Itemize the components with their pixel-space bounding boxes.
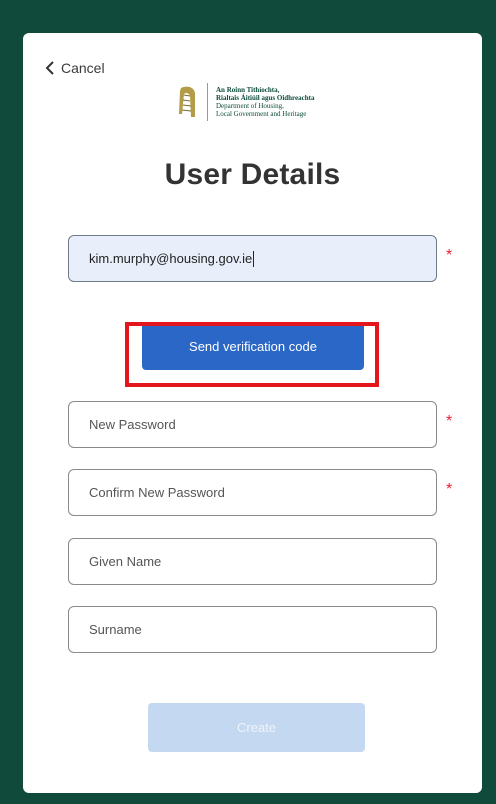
- logo-text: An Roinn Tithíochta, Rialtais Áitiúil ag…: [216, 86, 314, 118]
- logo-line-1: An Roinn Tithíochta,: [216, 86, 280, 94]
- given-name-placeholder: Given Name: [89, 554, 162, 569]
- highlight-box: [125, 322, 379, 387]
- confirm-password-required-mark: *: [446, 481, 453, 498]
- email-value: kim.murphy@housing.gov.ie: [89, 251, 253, 266]
- new-password-field[interactable]: New Password: [68, 401, 437, 448]
- cancel-link[interactable]: Cancel: [45, 60, 105, 76]
- department-logo: An Roinn Tithíochta, Rialtais Áitiúil ag…: [177, 83, 314, 121]
- surname-placeholder: Surname: [89, 622, 142, 637]
- surname-field[interactable]: Surname: [68, 606, 437, 653]
- page-title: User Details: [164, 158, 341, 191]
- logo-line-4: Local Government and Heritage: [216, 110, 307, 118]
- logo-divider: [207, 83, 208, 121]
- create-button[interactable]: Create: [148, 703, 365, 752]
- new-password-required-mark: *: [446, 413, 453, 430]
- email-field[interactable]: kim.murphy@housing.gov.ie: [68, 235, 437, 282]
- text-caret: [253, 250, 255, 267]
- chevron-left-icon: [45, 61, 54, 75]
- given-name-field[interactable]: Given Name: [68, 538, 437, 585]
- email-required-mark: *: [446, 247, 453, 264]
- signup-card: Cancel An Roinn Tithíochta, Rialtais Áit…: [23, 33, 482, 793]
- harp-icon: [179, 86, 195, 117]
- logo-line-2: Rialtais Áitiúil agus Oidhreachta: [216, 94, 315, 102]
- new-password-placeholder: New Password: [89, 417, 176, 432]
- cancel-label: Cancel: [61, 60, 105, 76]
- confirm-password-field[interactable]: Confirm New Password: [68, 469, 437, 516]
- confirm-password-placeholder: Confirm New Password: [89, 485, 225, 500]
- logo-line-3: Department of Housing,: [216, 102, 284, 110]
